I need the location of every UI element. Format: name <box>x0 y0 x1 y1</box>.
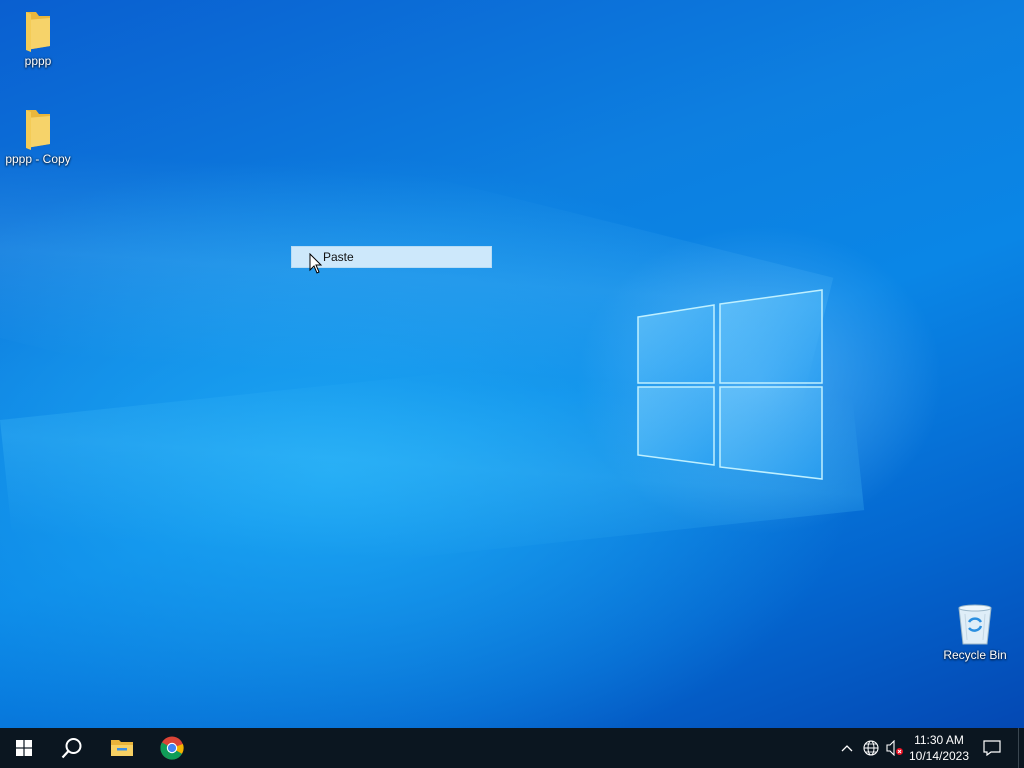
search-icon <box>61 738 82 759</box>
windows-logo-wallpaper <box>637 289 823 480</box>
show-desktop-button[interactable] <box>1018 728 1024 768</box>
clock-time: 11:30 AM <box>914 733 964 747</box>
menu-item-label: Paste <box>323 250 354 264</box>
desktop-folder-pppp[interactable]: pppp <box>0 10 76 68</box>
volume-tray-button[interactable] <box>884 728 906 768</box>
notification-icon <box>983 740 1001 756</box>
desktop-recycle-bin[interactable]: Recycle Bin <box>937 602 1013 662</box>
file-explorer-button[interactable] <box>98 728 146 768</box>
folder-icon <box>26 12 50 52</box>
search-button[interactable] <box>48 728 96 768</box>
chrome-button[interactable] <box>148 728 196 768</box>
desktop-icon-label: pppp - Copy <box>5 152 71 166</box>
chrome-icon <box>160 736 184 760</box>
clock[interactable]: 11:30 AM 10/14/2023 <box>906 728 972 768</box>
desktop-icon-label: pppp <box>24 54 52 68</box>
mouse-cursor-icon <box>309 253 323 274</box>
volume-muted-icon <box>886 740 903 756</box>
desktop-background[interactable]: pppp pppp - Copy Recycle Bin Paste <box>0 0 1024 728</box>
file-explorer-icon <box>111 740 133 756</box>
folder-icon <box>26 110 50 150</box>
desktop-folder-pppp-copy[interactable]: pppp - Copy <box>0 108 76 166</box>
desktop-icon-label: Recycle Bin <box>943 648 1007 662</box>
action-center-button[interactable] <box>978 728 1006 768</box>
chevron-up-icon <box>841 745 853 752</box>
clock-date: 10/14/2023 <box>908 749 970 763</box>
start-button[interactable] <box>0 728 48 768</box>
recycle-bin-icon <box>958 604 992 645</box>
network-tray-button[interactable] <box>860 728 882 768</box>
show-hidden-icons-button[interactable] <box>838 728 856 768</box>
taskbar: 11:30 AM 10/14/2023 <box>0 728 1024 768</box>
network-globe-icon <box>863 740 879 756</box>
windows-start-icon <box>16 740 32 756</box>
